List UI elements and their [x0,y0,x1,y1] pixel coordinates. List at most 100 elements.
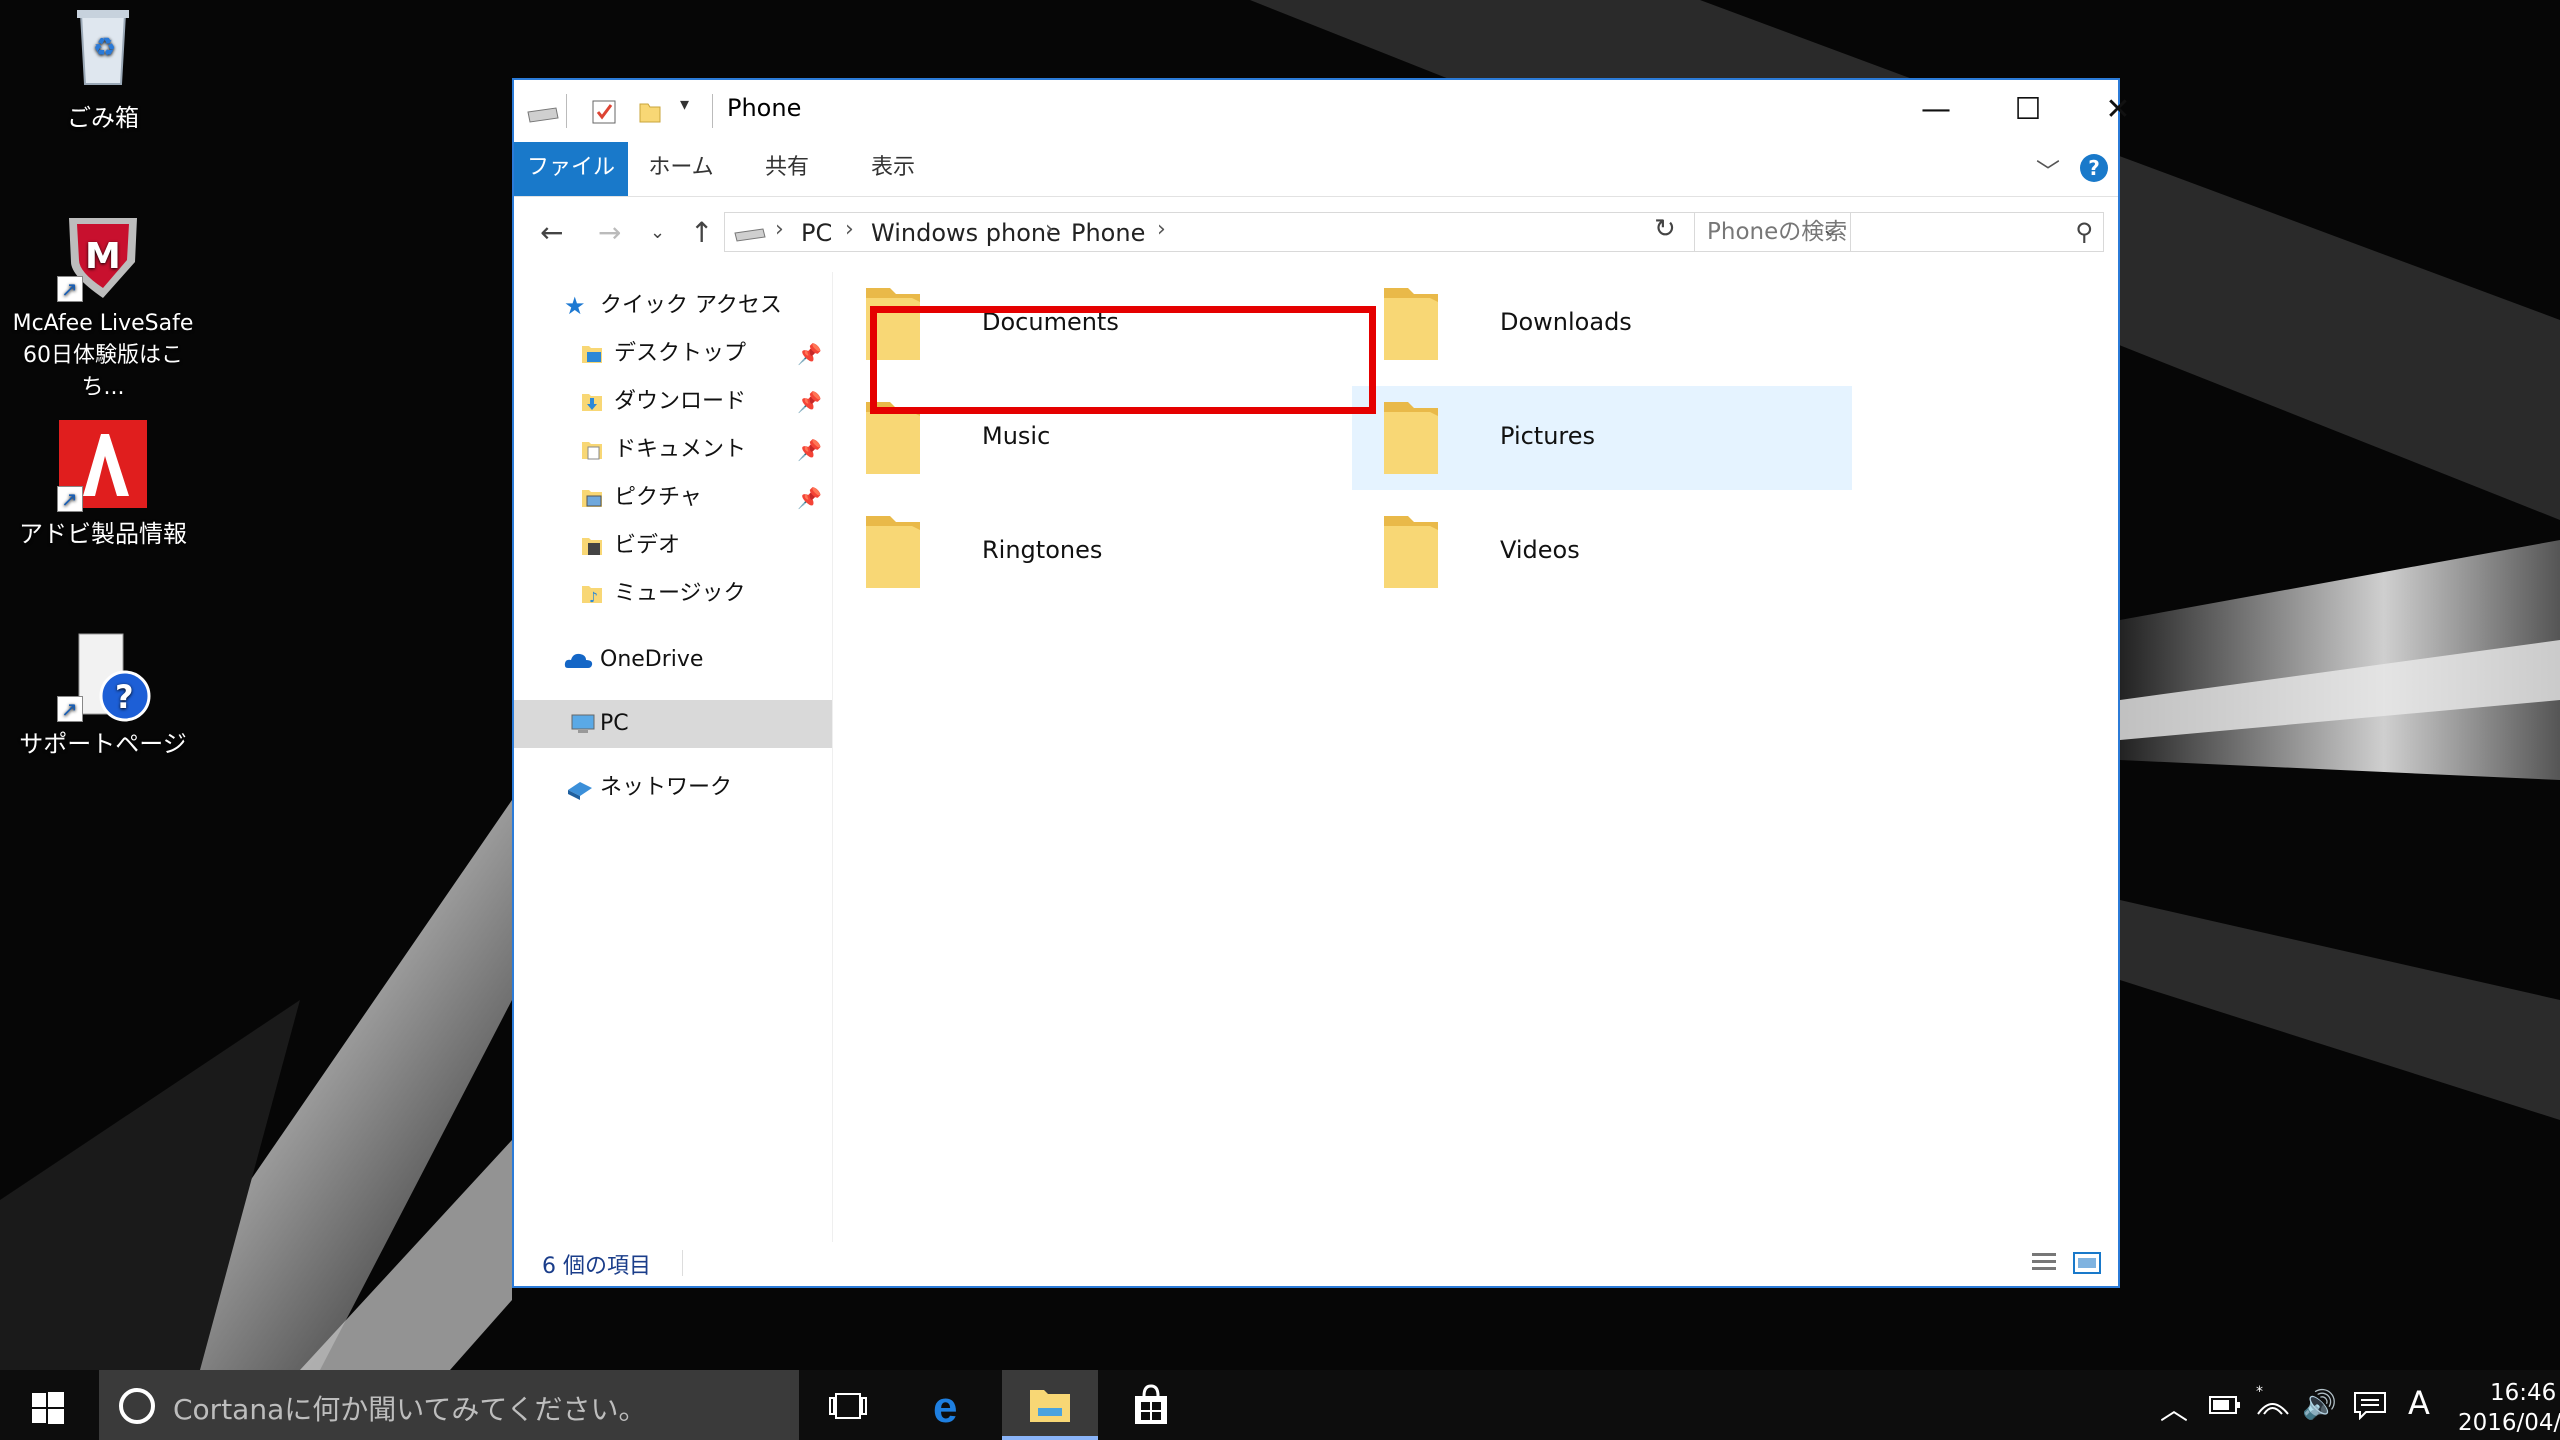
close-button[interactable]: ✕ [2072,80,2164,140]
shortcut-arrow-icon [57,693,83,725]
cortana-search-box[interactable]: Cortanaに何か聞いてみてください。 [99,1370,799,1440]
forward-arrow-icon[interactable]: → [598,216,621,249]
show-hidden-icons-icon[interactable]: ︿ [2160,1388,2188,1428]
folder-music[interactable]: Music [834,386,1334,490]
file-list: Documents Downloads Music Pictures Ringt… [834,272,2118,1230]
tab-share[interactable]: 共有 [734,142,840,196]
svg-text:M: M [85,236,121,277]
desktop-folder-icon [582,346,602,363]
crumb-separator-icon[interactable]: › [1157,217,1166,242]
desktop-icon-label: ごみ箱 [67,104,139,132]
search-placeholder: Phoneの検索 [1707,219,1848,245]
crumb-separator-icon[interactable]: › [1045,217,1054,242]
start-button[interactable] [0,1370,96,1440]
onedrive-cloud-icon [564,653,593,668]
back-arrow-icon[interactable]: ← [540,216,563,249]
pin-icon[interactable]: 📌 [797,474,822,522]
nav-item-documents[interactable]: ドキュメント 📌 [514,426,832,474]
customize-qat-icon[interactable]: ▾ [680,94,689,122]
ime-indicator[interactable]: A [2408,1384,2430,1422]
minimize-button[interactable]: — [1890,80,1982,140]
file-explorer-window: ▾ Phone — ☐ ✕ ファイル ホーム 共有 表示 ﹀ ? ← → ⌄ ↑… [512,78,2131,1288]
tab-view[interactable]: 表示 [840,142,946,196]
edge-taskbar-button[interactable]: e [903,1370,999,1440]
drive-icon [734,228,766,242]
battery-icon[interactable] [2208,1394,2242,1416]
pin-icon[interactable]: 📌 [797,330,822,378]
taskbar: Cortanaに何か聞いてみてください。 e ︿ * 🔊 A 16:46 201… [0,1370,2560,1440]
recycle-bin-icon: ♻ [55,0,151,96]
folder-icon [866,516,920,588]
crumb-separator-icon[interactable]: › [775,217,784,242]
videos-folder-icon [582,538,602,555]
store-bag-icon [1135,1384,1167,1424]
crumb-phone[interactable]: Phone [1071,219,1145,247]
nav-item-onedrive[interactable]: OneDrive [514,636,832,684]
support-desktop-icon[interactable]: ? サポートページ [3,626,203,760]
title-bar[interactable]: ▾ Phone — ☐ ✕ [514,80,2131,142]
help-icon[interactable]: ? [2080,154,2108,182]
nav-item-network[interactable]: ネットワーク [514,764,832,812]
refresh-icon[interactable]: ↻ [1654,214,1676,244]
clock-date[interactable]: 2016/04/ [2458,1410,2560,1436]
crumb-windows-phone[interactable]: Windows phone [871,219,1061,247]
address-row: ← → ⌄ ↑ › PC › Windows phone › Phone › ⌄… [514,196,2118,272]
explorer-taskbar-button[interactable] [1002,1370,1098,1440]
file-explorer-icon [1030,1390,1070,1422]
support-help-icon: ? [55,626,151,725]
folder-icon [1384,288,1438,360]
desktop-icon-label: McAfee LiveSafe 60日体験版はこち... [12,311,194,400]
shortcut-arrow-icon [57,483,83,515]
search-input[interactable]: Phoneの検索 ⚲ [1694,212,2104,252]
crumb-pc[interactable]: PC [801,219,832,247]
nav-item-downloads[interactable]: ダウンロード 📌 [514,378,832,426]
tab-home[interactable]: ホーム [628,142,734,196]
desktop-icon-label: サポートページ [19,730,187,758]
edge-icon: e [933,1384,957,1428]
store-taskbar-button[interactable] [1103,1370,1199,1440]
recent-locations-icon[interactable]: ⌄ [650,222,665,243]
nav-item-videos[interactable]: ビデオ [514,522,832,570]
mcafee-desktop-icon[interactable]: M McAfee LiveSafe 60日体験版はこち... [3,206,203,404]
wifi-icon[interactable]: * [2254,1384,2290,1418]
svg-text:?: ? [115,678,134,716]
adobe-icon [55,416,151,515]
nav-item-pictures[interactable]: ピクチャ 📌 [514,474,832,522]
folder-pictures[interactable]: Pictures [1352,386,1852,490]
tab-file[interactable]: ファイル [514,142,628,196]
recycle-bin-desktop-icon[interactable]: ♻ ごみ箱 [3,0,203,134]
network-icon [568,782,592,800]
action-center-icon[interactable] [2352,1390,2388,1420]
navigation-pane: ★ クイック アクセス デスクトップ 📌 ダウンロード 📌 ドキュメント 📌 ピ… [514,272,833,1242]
new-folder-icon[interactable] [636,98,664,126]
nav-item-desktop[interactable]: デスクトップ 📌 [514,330,832,378]
folder-downloads[interactable]: Downloads [1352,272,1852,376]
clock-time[interactable]: 16:46 [2490,1380,2556,1406]
nav-item-music[interactable]: ♪ ミュージック [514,570,832,618]
nav-quick-access[interactable]: ★ クイック アクセス [514,282,832,330]
details-view-icon[interactable] [2030,1250,2058,1276]
address-bar[interactable]: › PC › Windows phone › Phone › ⌄ [724,212,1851,252]
maximize-button[interactable]: ☐ [1982,80,2074,140]
crumb-separator-icon[interactable]: › [845,217,854,242]
pin-icon[interactable]: 📌 [797,426,822,474]
pin-icon[interactable]: 📌 [797,378,822,426]
task-view-button[interactable] [800,1370,896,1440]
properties-icon[interactable] [590,98,618,126]
folder-documents[interactable]: Documents [834,272,1334,376]
nav-item-pc[interactable]: PC [514,700,832,748]
large-icons-view-icon[interactable] [2072,1250,2102,1276]
volume-icon[interactable]: 🔊 [2302,1388,2337,1421]
status-bar: 6 個の項目 [514,1240,2118,1286]
search-icon[interactable]: ⚲ [2075,213,2093,251]
adobe-desktop-icon[interactable]: アドビ製品情報 [3,416,203,550]
ribbon-tabs: ファイル ホーム 共有 表示 ﹀ ? [514,142,2118,197]
cortana-circle-icon [119,1388,155,1424]
up-arrow-icon[interactable]: ↑ [690,216,713,249]
desktop-icon-label: アドビ製品情報 [19,520,187,548]
folder-videos[interactable]: Videos [1352,500,1852,604]
folder-ringtones[interactable]: Ringtones [834,500,1334,604]
expand-ribbon-icon[interactable]: ﹀ [2036,152,2060,187]
pictures-folder-icon [582,490,602,507]
mcafee-shield-icon: M [55,206,151,305]
